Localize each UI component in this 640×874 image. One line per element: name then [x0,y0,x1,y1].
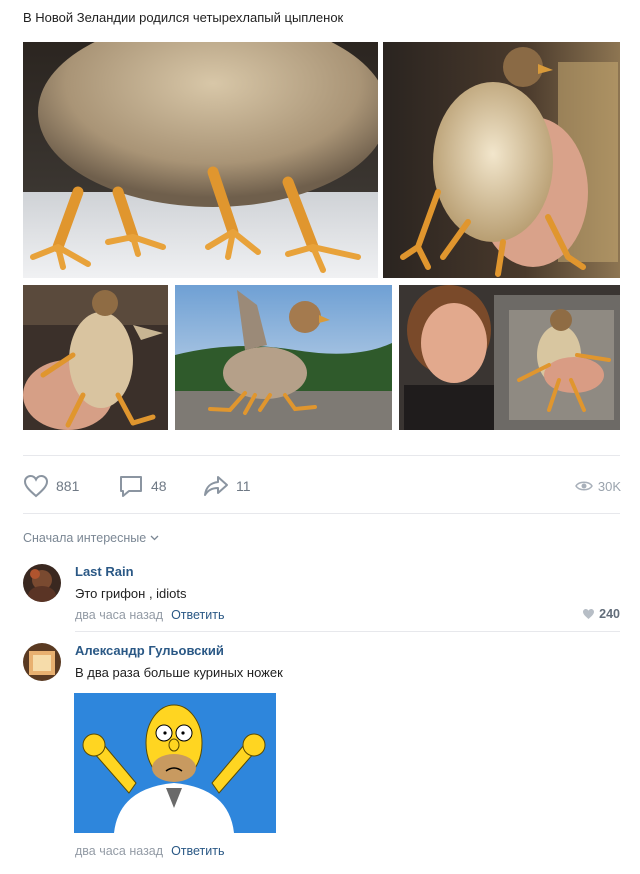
reply-button[interactable]: Ответить [171,844,224,858]
chevron-down-icon [150,535,159,541]
comment-image-homer[interactable] [74,693,276,833]
views-counter: 30K [574,472,621,500]
comment-author[interactable]: Last Rain [75,564,134,579]
post-photo-4[interactable] [175,285,392,430]
divider [23,455,620,456]
post-photo-3[interactable] [23,285,168,430]
post-photo-5[interactable] [399,285,620,430]
divider [75,631,620,632]
comment-text: Это грифон , idiots [75,586,187,601]
like-count: 881 [56,478,80,494]
comment-item: Александр Гульовский В два раза больше к… [23,641,620,866]
reply-button[interactable]: Ответить [171,608,224,622]
comment-like-count: 240 [599,607,620,621]
share-count: 11 [236,478,251,494]
heart-icon [583,609,595,619]
divider [23,513,620,514]
share-arrow-icon [204,476,228,496]
like-button[interactable]: 881 [23,472,79,500]
comment-meta: два часа назад Ответить [75,608,225,622]
comment-item: Last Rain Это грифон , idiots два часа н… [23,562,620,632]
post-text: В Новой Зеландии родился четырехлапый цы… [23,10,344,25]
comment-button[interactable]: 48 [118,472,167,500]
eye-icon [574,481,593,491]
comment-time[interactable]: два часа назад [75,844,163,858]
post-photo-1[interactable] [23,42,378,278]
comment-like-button[interactable]: 240 [582,607,620,621]
comment-icon [120,476,142,497]
comment-text: В два раза больше куриных ножек [75,665,283,680]
comment-sort-dropdown[interactable]: Сначала интересные [23,531,159,545]
sort-label: Сначала интересные [23,531,147,545]
comment-meta: два часа назад Ответить [75,844,225,858]
comment-count: 48 [151,478,167,494]
post-actions: 881 48 11 30K [0,472,640,500]
share-button[interactable]: 11 [203,472,251,500]
comment-author[interactable]: Александр Гульовский [75,643,224,658]
comment-time[interactable]: два часа назад [75,608,163,622]
heart-icon [23,474,49,498]
views-count: 30K [597,478,621,494]
avatar[interactable] [23,564,61,602]
post-photo-2[interactable] [383,42,620,278]
avatar[interactable] [23,643,61,681]
